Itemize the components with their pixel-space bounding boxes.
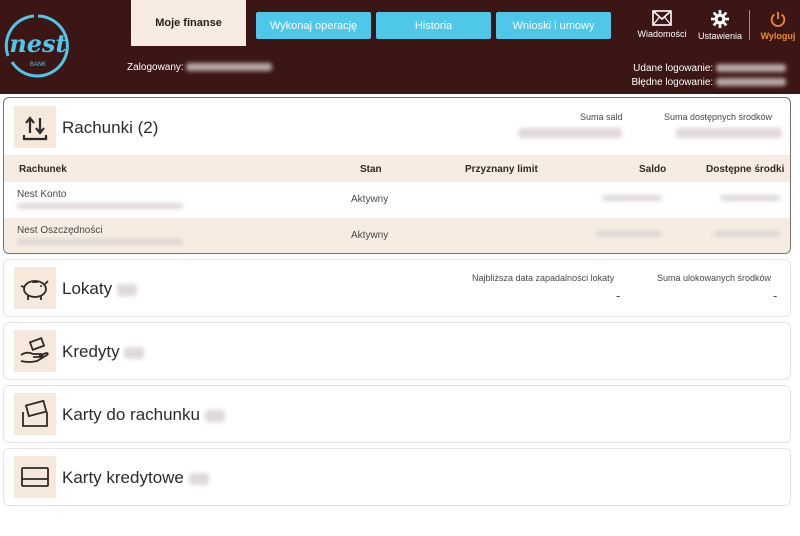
nearest-maturity-label: Najbliższa data zapadalności lokaty bbox=[472, 273, 615, 283]
sum-balance-redacted bbox=[518, 128, 622, 138]
logout-label: Wyloguj bbox=[760, 31, 796, 41]
last-failed-redacted bbox=[716, 78, 786, 87]
last-failed-label: Błędne logowanie: bbox=[631, 77, 714, 88]
debit-cards-title: Karty do rachunku bbox=[62, 405, 225, 425]
logo-text: nest bbox=[9, 29, 66, 58]
account-available-redacted bbox=[714, 231, 780, 237]
account-name[interactable]: Nest Oszczędności bbox=[17, 225, 103, 236]
login-info: Udane logowanie: Błędne logowanie: bbox=[631, 62, 786, 90]
credits-count-redacted bbox=[124, 346, 145, 359]
account-name[interactable]: Nest Konto bbox=[17, 189, 66, 200]
account-status: Aktywny bbox=[351, 194, 389, 205]
debit-cards-card[interactable]: Karty do rachunku bbox=[3, 385, 791, 443]
credit-card-icon bbox=[14, 456, 56, 498]
hand-money-icon bbox=[14, 330, 56, 372]
deposits-title-text: Lokaty bbox=[62, 279, 113, 298]
account-balance-redacted bbox=[596, 231, 662, 237]
credit-cards-title: Karty kredytowe bbox=[62, 468, 209, 488]
deposits-card[interactable]: Lokaty Najbliższa data zapadalności loka… bbox=[3, 259, 791, 317]
credit-cards-title-text: Karty kredytowe bbox=[62, 468, 184, 487]
debit-cards-title-text: Karty do rachunku bbox=[62, 405, 200, 424]
transfer-icon bbox=[14, 106, 56, 148]
logout-button[interactable]: Wyloguj bbox=[750, 10, 800, 41]
last-success-redacted bbox=[716, 64, 786, 73]
sum-deposited-label: Suma ulokowanych środków bbox=[657, 273, 772, 283]
account-balance-redacted bbox=[602, 195, 662, 201]
power-icon bbox=[770, 11, 786, 27]
credits-card[interactable]: Kredyty bbox=[3, 322, 791, 380]
tab-wnioski-i-umowy[interactable]: Wnioski i umowy bbox=[496, 12, 611, 39]
credits-title-text: Kredyty bbox=[62, 342, 120, 361]
card-pocket-icon bbox=[14, 393, 56, 435]
tab-wykonaj-operacje[interactable]: Wykonaj operację bbox=[256, 12, 371, 39]
accounts-title: Rachunki (2) bbox=[62, 118, 159, 137]
sum-available-label: Suma dostępnych środków bbox=[664, 112, 773, 122]
col-rachunek: Rachunek bbox=[19, 164, 67, 175]
accounts-card[interactable]: Rachunki (2) Suma sald Suma dostępnych ś… bbox=[3, 97, 791, 254]
messages-button[interactable]: Wiadomości bbox=[634, 10, 690, 39]
logged-user-redacted bbox=[186, 63, 273, 72]
logo-sub: BANK bbox=[30, 62, 46, 68]
col-saldo: Saldo bbox=[639, 164, 667, 175]
settings-button[interactable]: Ustawienia bbox=[692, 10, 748, 41]
envelope-icon bbox=[652, 10, 672, 26]
col-limit: Przyznany limit bbox=[465, 164, 538, 175]
gear-icon bbox=[711, 10, 729, 28]
credit-cards-card[interactable]: Karty kredytowe bbox=[3, 448, 791, 506]
tab-moje-finanse[interactable]: Moje finanse bbox=[131, 0, 246, 46]
last-success-label: Udane logowanie: bbox=[633, 63, 714, 74]
account-status: Aktywny bbox=[351, 230, 389, 241]
logged-user: Zalogowany: bbox=[127, 62, 273, 73]
account-available-redacted bbox=[720, 195, 780, 201]
table-row[interactable]: Nest Konto Aktywny bbox=[4, 182, 790, 217]
debit-cards-count-redacted bbox=[204, 409, 225, 422]
messages-label: Wiadomości bbox=[637, 29, 687, 39]
table-row[interactable]: Nest Oszczędności Aktywny bbox=[4, 218, 790, 253]
accounts-table-header: Rachunek Stan Przyznany limit Saldo Dost… bbox=[4, 155, 790, 182]
nest-bank-logo[interactable]: nest BANK bbox=[4, 12, 72, 78]
credit-cards-count-redacted bbox=[188, 472, 209, 485]
settings-label: Ustawienia bbox=[697, 31, 743, 41]
sum-balance-label: Suma sald bbox=[580, 112, 623, 122]
account-number-redacted bbox=[17, 239, 183, 245]
deposits-title: Lokaty bbox=[62, 279, 137, 299]
col-stan: Stan bbox=[360, 164, 382, 175]
sum-available-redacted bbox=[676, 128, 782, 138]
nearest-maturity-value: - bbox=[616, 288, 621, 303]
account-number-redacted bbox=[17, 203, 183, 209]
col-dostepne: Dostępne środki bbox=[706, 164, 785, 175]
deposits-count-redacted bbox=[116, 283, 137, 296]
sum-deposited-value: - bbox=[773, 288, 778, 303]
top-header: nest BANK Moje finanse Wykonaj operację … bbox=[0, 0, 800, 94]
tab-historia[interactable]: Historia bbox=[376, 12, 491, 39]
piggy-bank-icon bbox=[14, 267, 56, 309]
logged-label: Zalogowany: bbox=[127, 62, 184, 73]
credits-title: Kredyty bbox=[62, 342, 145, 362]
